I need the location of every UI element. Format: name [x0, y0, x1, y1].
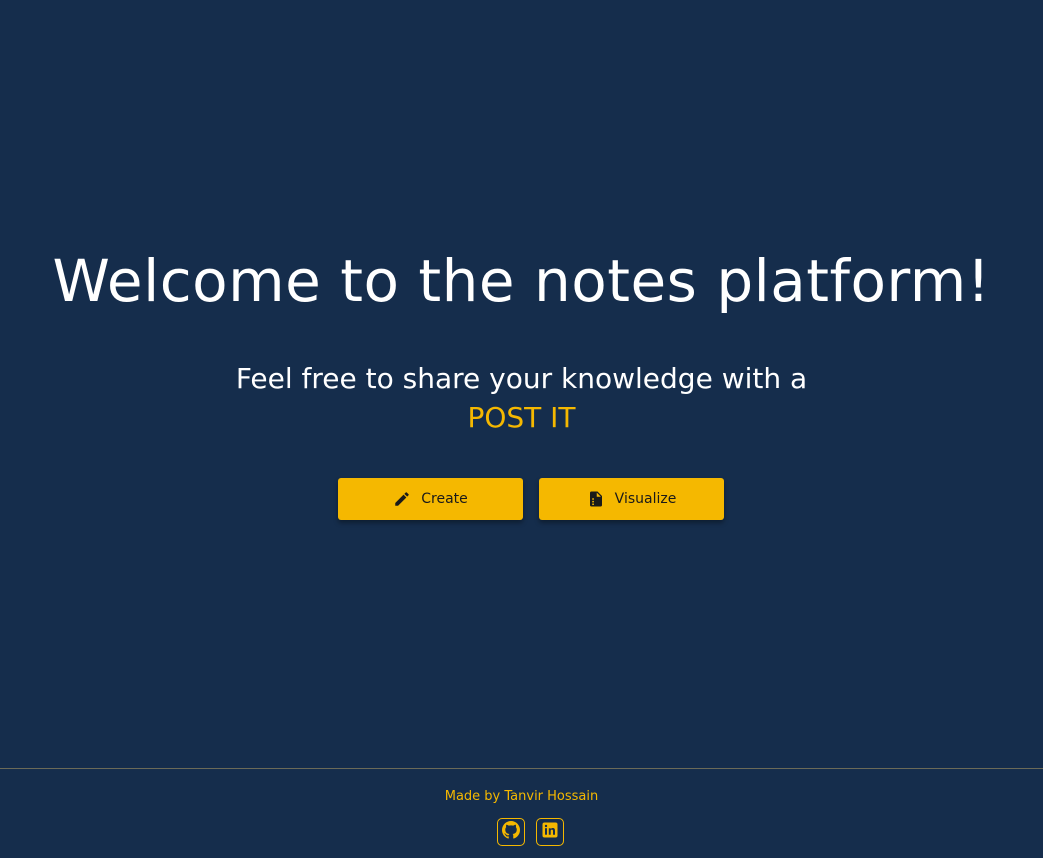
github-link[interactable] — [497, 818, 525, 846]
create-button[interactable]: Create — [338, 478, 523, 520]
github-icon — [502, 821, 520, 843]
linkedin-link[interactable] — [536, 818, 564, 846]
brand-name: POST IT — [467, 401, 576, 434]
footer: Made by Tanvir Hossain — [0, 768, 1043, 858]
hero-section: Welcome to the notes platform! Feel free… — [0, 0, 1043, 768]
pencil-icon — [393, 490, 411, 508]
page-title: Welcome to the notes platform! — [52, 247, 991, 315]
footer-credit: Made by Tanvir Hossain — [444, 789, 599, 804]
visualize-button[interactable]: Visualize — [539, 478, 724, 520]
hero-subtitle: Feel free to share your knowledge with a — [235, 362, 808, 395]
document-icon — [587, 490, 605, 508]
linkedin-icon — [542, 822, 558, 842]
visualize-button-label: Visualize — [614, 491, 677, 507]
create-button-label: Create — [421, 491, 468, 507]
